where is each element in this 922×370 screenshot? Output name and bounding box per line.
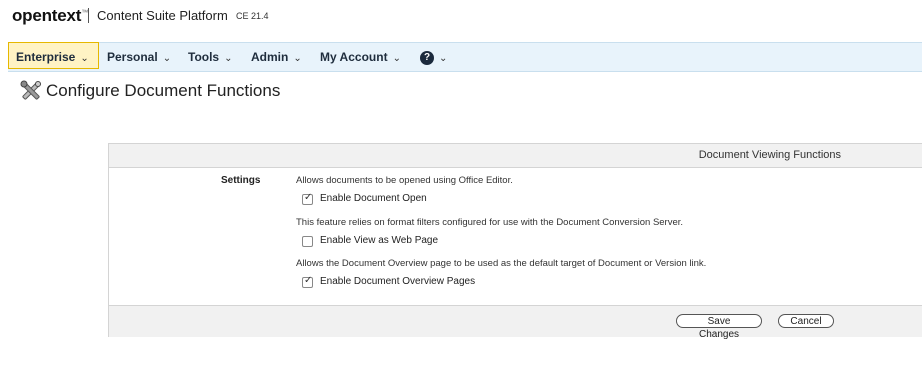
checkbox-label[interactable]: Enable View as Web Page (320, 235, 438, 246)
chevron-down-icon: ⌄ (392, 53, 401, 64)
nav-my-account[interactable]: My Account ⌄ (320, 43, 401, 71)
option-description: Allows the Document Overview page to be … (296, 258, 707, 269)
cancel-button[interactable]: Cancel (778, 314, 834, 328)
nav-personal-label: Personal (107, 50, 158, 64)
panel-footer: Save Changes Cancel (109, 305, 922, 340)
main-nav: Enterprise ⌄ Personal ⌄ Tools ⌄ Admin ⌄ My A… (8, 42, 922, 72)
chevron-down-icon: ⌄ (162, 53, 172, 64)
chevron-down-icon: ⌄ (293, 53, 302, 64)
nav-enterprise-label: Enterprise (16, 50, 76, 64)
panel-heading: Document Viewing Functions (698, 149, 841, 161)
nav-admin-label: Admin (251, 50, 289, 64)
check-icon: ✓ (304, 192, 313, 203)
checkbox-label[interactable]: Enable Document Overview Pages (320, 276, 475, 287)
check-icon: ✓ (304, 275, 313, 286)
option-description: Allows documents to be opened using Offi… (296, 175, 513, 186)
opentext-logo[interactable]: opentext™ (12, 6, 88, 26)
nav-help[interactable]: ? ⌄ (420, 43, 447, 71)
settings-label: Settings (221, 175, 261, 186)
nav-tools-label: Tools (188, 50, 220, 64)
nav-enterprise[interactable]: Enterprise ⌄ (8, 42, 99, 69)
option-description: This feature relies on format filters co… (296, 217, 684, 228)
chevron-down-icon: ⌄ (80, 53, 89, 64)
logo-text: opentext (12, 6, 82, 25)
page-title: Configure Document Functions (46, 81, 281, 100)
app-header: opentext™ Content Suite Platform CE 21.4 (0, 0, 922, 30)
checkbox[interactable]: ✓ (302, 192, 313, 205)
checkbox-label[interactable]: Enable Document Open (320, 193, 427, 204)
nav-personal[interactable]: Personal ⌄ (107, 43, 171, 71)
header-divider (88, 8, 89, 23)
panel-header: Document Viewing Functions (109, 144, 922, 168)
chevron-down-icon: ⌄ (224, 53, 233, 64)
save-changes-button[interactable]: Save Changes (676, 314, 762, 340)
checkbox[interactable]: ✓ (302, 275, 313, 288)
nav-my-account-label: My Account (320, 50, 388, 64)
settings-panel: Document Viewing Functions Settings Allo… (108, 143, 922, 340)
chevron-down-icon: ⌄ (439, 53, 448, 64)
nav-tools[interactable]: Tools ⌄ (188, 43, 233, 71)
tools-icon (20, 80, 41, 100)
help-icon: ? (420, 50, 434, 65)
product-name: Content Suite Platform (97, 8, 228, 23)
product-version: CE 21.4 (236, 11, 269, 21)
nav-admin[interactable]: Admin ⌄ (251, 43, 302, 71)
checkbox[interactable] (302, 236, 313, 247)
